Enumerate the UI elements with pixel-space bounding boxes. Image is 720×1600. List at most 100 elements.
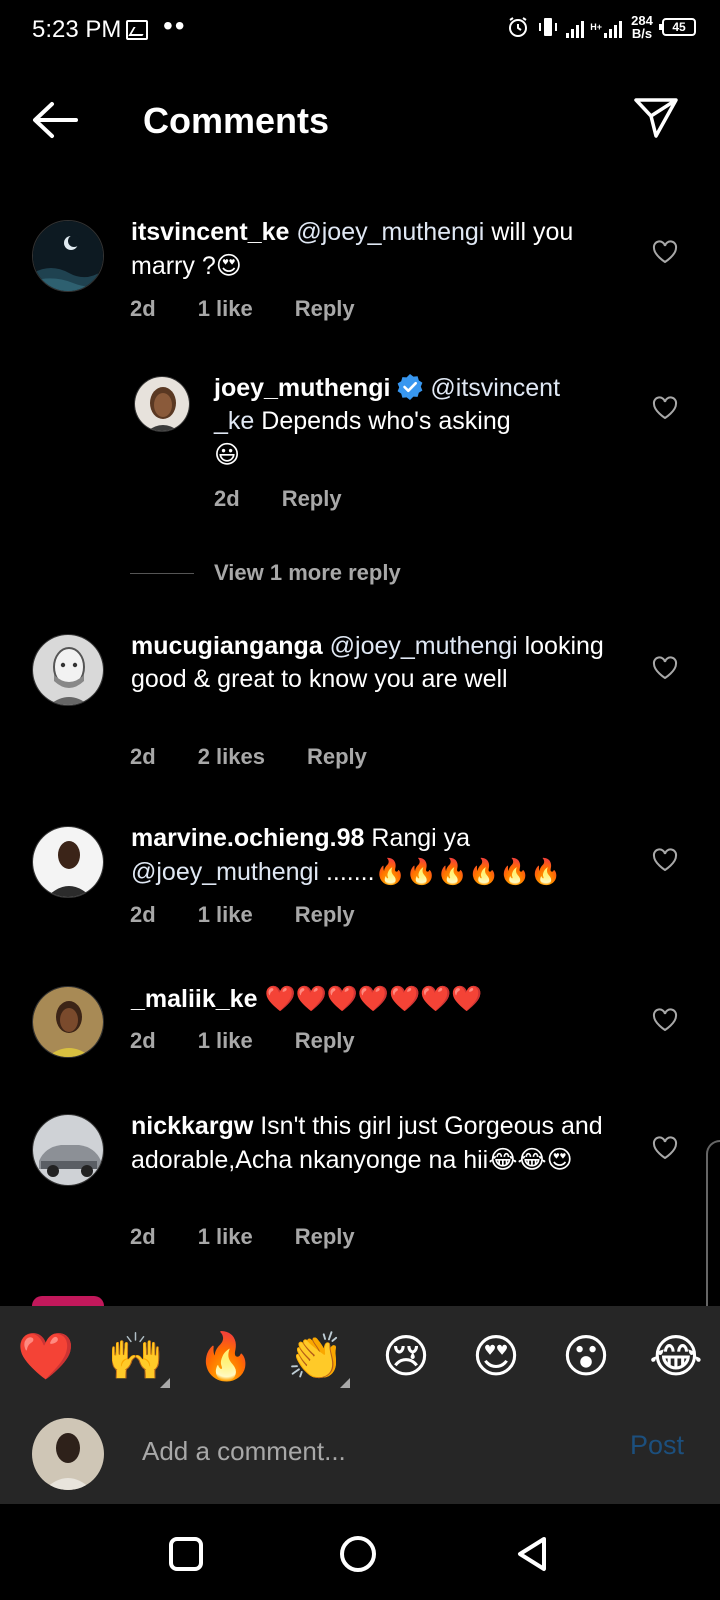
network-speed-unit: B/s bbox=[631, 26, 653, 41]
back-button[interactable] bbox=[28, 98, 80, 142]
like-button[interactable] bbox=[652, 396, 678, 420]
comment-emoji: 😂😂😍 bbox=[488, 1145, 573, 1174]
gallery-notification-icon bbox=[126, 20, 148, 40]
post-button[interactable]: Post bbox=[630, 1430, 684, 1461]
status-bar: 5:23 PM •• H+ 284 B/s 45 bbox=[0, 0, 720, 64]
reply-button[interactable]: Reply bbox=[295, 902, 355, 928]
comment-time: 2d bbox=[130, 296, 156, 321]
comment-username[interactable]: marvine.ochieng.98 bbox=[131, 824, 364, 852]
comment-likes[interactable]: 1 like bbox=[198, 1028, 253, 1054]
reply-button[interactable]: Reply bbox=[295, 1224, 355, 1250]
comment-message: ....... bbox=[319, 858, 375, 886]
reaction-raising-hands-button[interactable]: 🙌 bbox=[106, 1328, 166, 1384]
paper-plane-icon bbox=[634, 98, 678, 138]
avatar-image bbox=[135, 377, 189, 431]
reaction-clapping-button[interactable]: 👏 bbox=[286, 1328, 346, 1384]
reaction-fire-button[interactable]: 🔥 bbox=[196, 1328, 256, 1384]
comment-username[interactable]: _maliik_ke bbox=[131, 985, 258, 1013]
comment-likes[interactable]: 2 likes bbox=[198, 744, 265, 770]
quick-reactions-bar: ❤️ 🙌 🔥 👏 😢 😍 😮 😂 bbox=[0, 1306, 720, 1402]
scrollbar[interactable] bbox=[706, 1140, 720, 1320]
comment-likes[interactable]: 1 like bbox=[198, 296, 253, 322]
like-button[interactable] bbox=[652, 240, 678, 264]
avatar[interactable] bbox=[32, 986, 104, 1058]
comment-emoji: ❤️❤️❤️❤️❤️❤️❤️ bbox=[264, 984, 483, 1013]
comment-mention[interactable]: @joey_muthengi bbox=[131, 858, 319, 886]
comment-username[interactable]: nickkargw bbox=[131, 1112, 253, 1140]
avatar[interactable] bbox=[32, 1296, 104, 1306]
heart-icon bbox=[652, 1136, 678, 1160]
more-notifications-icon: •• bbox=[163, 10, 187, 41]
reaction-heart-button[interactable]: ❤️ bbox=[16, 1328, 76, 1384]
current-user-avatar bbox=[32, 1418, 104, 1490]
signal-icon-2 bbox=[604, 16, 622, 38]
comment-username[interactable]: joey_muthengi bbox=[214, 374, 390, 402]
header: Comments bbox=[0, 80, 720, 160]
like-button[interactable] bbox=[652, 848, 678, 872]
comment-mention[interactable]: @joey_muthengi bbox=[296, 218, 484, 246]
page-title: Comments bbox=[143, 100, 330, 141]
comment-meta: 2d 1 like Reply bbox=[130, 902, 397, 928]
avatar[interactable] bbox=[32, 826, 104, 898]
avatar-image bbox=[33, 827, 103, 897]
heart-icon bbox=[652, 396, 678, 420]
reaction-heart-eyes-button[interactable]: 😍 bbox=[466, 1328, 526, 1384]
reply-button[interactable]: Reply bbox=[282, 486, 342, 512]
comment-composer: Post bbox=[0, 1402, 720, 1504]
skin-tone-caret-icon bbox=[340, 1378, 350, 1388]
avatar[interactable] bbox=[32, 634, 104, 706]
comment-time: 2d bbox=[130, 902, 156, 927]
comment-username[interactable]: mucugianganga bbox=[131, 632, 323, 660]
reply-button[interactable]: Reply bbox=[295, 296, 355, 322]
battery-level: 45 bbox=[672, 20, 686, 34]
comment-time: 2d bbox=[130, 744, 156, 769]
reply-button[interactable]: Reply bbox=[307, 744, 367, 770]
like-button[interactable] bbox=[652, 1136, 678, 1160]
system-nav-bar bbox=[0, 1504, 720, 1600]
reaction-laughing-button[interactable]: 😂 bbox=[646, 1328, 706, 1384]
share-button[interactable] bbox=[632, 96, 680, 140]
avatar[interactable] bbox=[32, 1114, 104, 1186]
comment-text: itsvincent_ke @joey_muthengi will you ma… bbox=[131, 216, 611, 283]
circle-icon bbox=[340, 1536, 376, 1572]
comment-emoji: 😍 bbox=[215, 251, 242, 280]
comment-likes[interactable]: 1 like bbox=[198, 1224, 253, 1250]
reaction-crying-button[interactable]: 😢 bbox=[376, 1328, 436, 1384]
heart-icon bbox=[652, 848, 678, 872]
status-time: 5:23 PM bbox=[32, 16, 122, 43]
comment-text: nickkargw Isn't this girl just Gorgeous … bbox=[131, 1110, 621, 1177]
arrow-left-icon bbox=[33, 102, 78, 138]
home-button[interactable] bbox=[338, 1534, 378, 1574]
view-more-replies-label: View 1 more reply bbox=[214, 560, 401, 585]
like-button[interactable] bbox=[652, 656, 678, 680]
comment-meta: 2d 1 like Reply bbox=[130, 1224, 397, 1250]
comment-text: marvine.ochieng.98 Rangi ya @joey_muthen… bbox=[131, 822, 611, 889]
like-button[interactable] bbox=[652, 1008, 678, 1032]
comment-message-prefix: Rangi ya bbox=[364, 824, 471, 852]
reply-button[interactable]: Reply bbox=[295, 1028, 355, 1054]
avatar-image bbox=[33, 1115, 103, 1185]
heart-icon bbox=[652, 1008, 678, 1032]
comment-text: joey_muthengi @itsvincent _ke Depends who… bbox=[214, 372, 604, 472]
comment-emoji: 😃 bbox=[214, 440, 241, 469]
heart-icon bbox=[652, 240, 678, 264]
view-more-replies-button[interactable]: View 1 more reply bbox=[130, 560, 401, 586]
back-nav-button[interactable] bbox=[512, 1534, 552, 1574]
network-speed: 284 B/s bbox=[628, 14, 656, 40]
comment-input[interactable] bbox=[142, 1426, 582, 1476]
heart-icon bbox=[652, 656, 678, 680]
comment-likes[interactable]: 1 like bbox=[198, 902, 253, 928]
recent-apps-button[interactable] bbox=[166, 1534, 206, 1574]
comment-time: 2d bbox=[130, 1028, 156, 1053]
comment-username[interactable]: itsvincent_ke bbox=[131, 218, 289, 246]
avatar-image bbox=[33, 987, 103, 1057]
verified-badge-icon bbox=[398, 374, 423, 400]
avatar[interactable] bbox=[32, 220, 104, 292]
comment-emoji: 🔥🔥🔥🔥🔥🔥 bbox=[374, 857, 562, 886]
avatar-image bbox=[32, 1418, 104, 1490]
alarm-icon bbox=[509, 17, 528, 37]
avatar[interactable] bbox=[134, 376, 190, 432]
reaction-surprised-button[interactable]: 😮 bbox=[556, 1328, 616, 1384]
comment-text: mucugianganga @joey_muthengi looking goo… bbox=[131, 630, 611, 696]
comment-mention[interactable]: @joey_muthengi bbox=[330, 632, 518, 660]
